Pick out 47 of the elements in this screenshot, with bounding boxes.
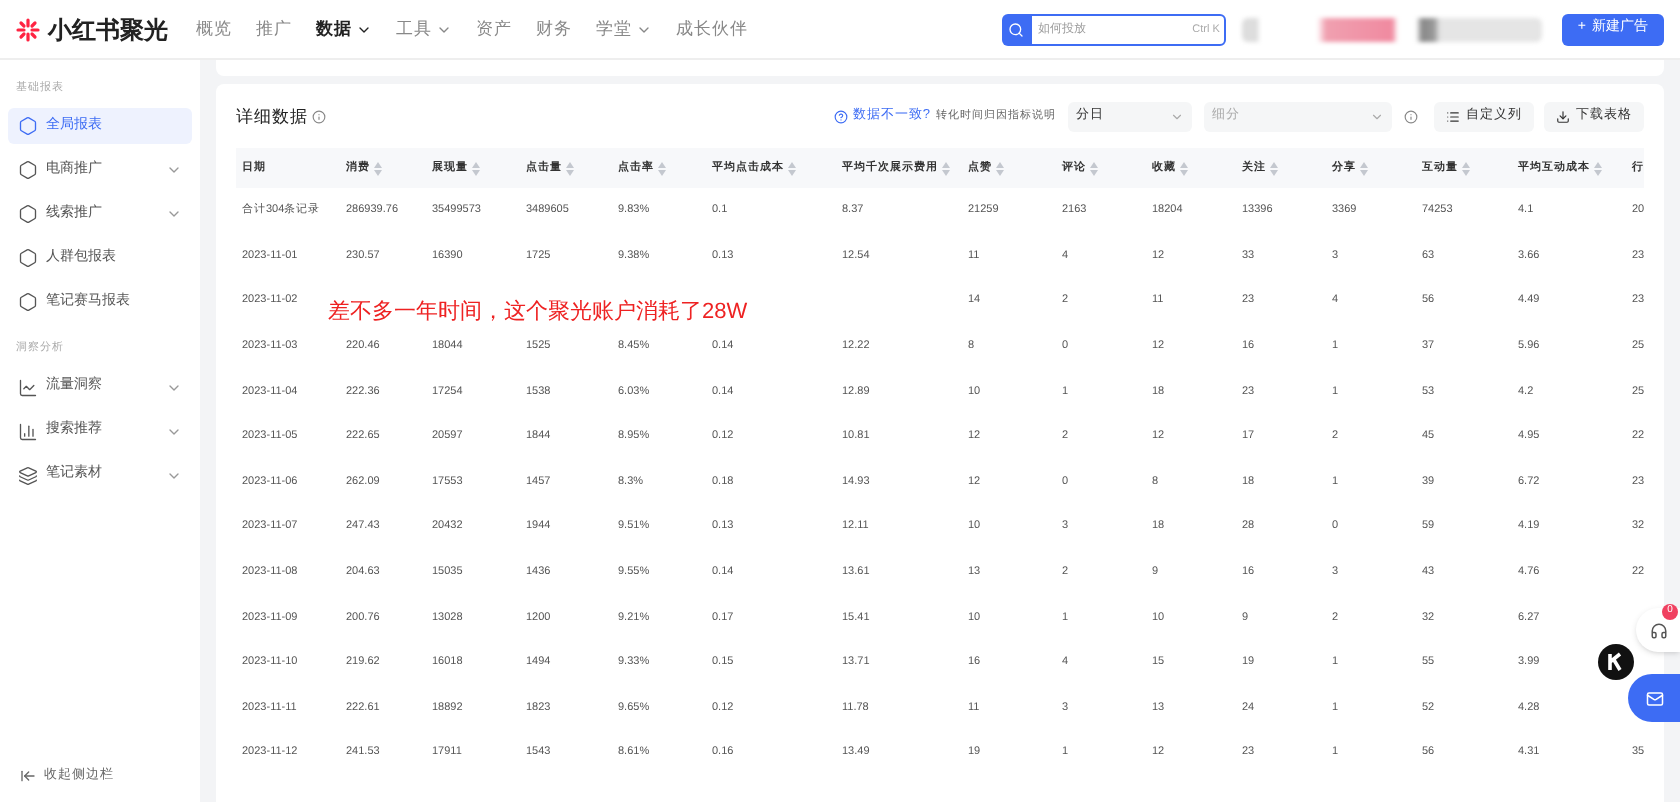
nav-tab[interactable]: 工具 bbox=[396, 16, 452, 42]
brand-name: 小红书聚光 bbox=[48, 13, 168, 47]
sort-icon[interactable] bbox=[1462, 161, 1470, 175]
hexagon-icon bbox=[18, 116, 38, 137]
nav-tab[interactable]: 数据 bbox=[316, 16, 372, 42]
sort-icon[interactable] bbox=[658, 161, 666, 175]
sort-icon[interactable] bbox=[1594, 161, 1602, 175]
overlay-caption: 差不多一年时间，这个聚光账户消耗了28W bbox=[328, 298, 748, 326]
sort-icon[interactable] bbox=[1090, 161, 1098, 175]
list-icon bbox=[1446, 109, 1460, 123]
layers-icon bbox=[18, 465, 38, 485]
nav-tab[interactable]: 概览 bbox=[196, 16, 232, 42]
line-chart-icon bbox=[18, 377, 38, 397]
sort-icon[interactable] bbox=[472, 161, 480, 175]
sort-icon[interactable] bbox=[1270, 161, 1278, 175]
hexagon-icon bbox=[18, 248, 38, 269]
hexagon-icon bbox=[18, 204, 38, 225]
download-icon bbox=[1556, 109, 1570, 123]
headset-icon bbox=[1649, 621, 1667, 639]
search-button[interactable] bbox=[1001, 13, 1030, 45]
bar-chart-icon bbox=[18, 421, 38, 441]
nav-tab[interactable]: 学堂 bbox=[596, 16, 652, 42]
sort-icon[interactable] bbox=[1180, 161, 1188, 175]
search-icon bbox=[1007, 21, 1024, 37]
chevron-down-icon bbox=[1170, 109, 1184, 123]
nav-tab[interactable]: 资产 bbox=[476, 16, 512, 42]
logo-icon bbox=[16, 17, 40, 41]
info-icon bbox=[1404, 109, 1418, 123]
hexagon-icon bbox=[18, 292, 38, 313]
assistant-avatar-icon[interactable] bbox=[1598, 644, 1634, 680]
sort-icon[interactable] bbox=[942, 161, 950, 175]
card-title: 详细数据 bbox=[236, 103, 308, 129]
nav-tab[interactable]: 财务 bbox=[536, 16, 572, 42]
mail-icon bbox=[1645, 689, 1663, 707]
hexagon-icon bbox=[18, 160, 38, 181]
nav-tab[interactable]: 推广 bbox=[256, 16, 292, 42]
info-icon bbox=[312, 109, 326, 123]
help-icon bbox=[834, 109, 849, 123]
sort-icon[interactable] bbox=[788, 161, 796, 175]
collapse-icon bbox=[20, 768, 36, 785]
sort-icon[interactable] bbox=[566, 161, 574, 175]
sort-icon[interactable] bbox=[1360, 161, 1368, 175]
message-button[interactable] bbox=[1628, 674, 1680, 722]
nav-tab[interactable]: 成长伙伴 bbox=[676, 16, 748, 42]
chevron-down-icon bbox=[1370, 109, 1384, 123]
sort-icon[interactable] bbox=[374, 161, 382, 175]
sort-icon[interactable] bbox=[996, 161, 1004, 175]
